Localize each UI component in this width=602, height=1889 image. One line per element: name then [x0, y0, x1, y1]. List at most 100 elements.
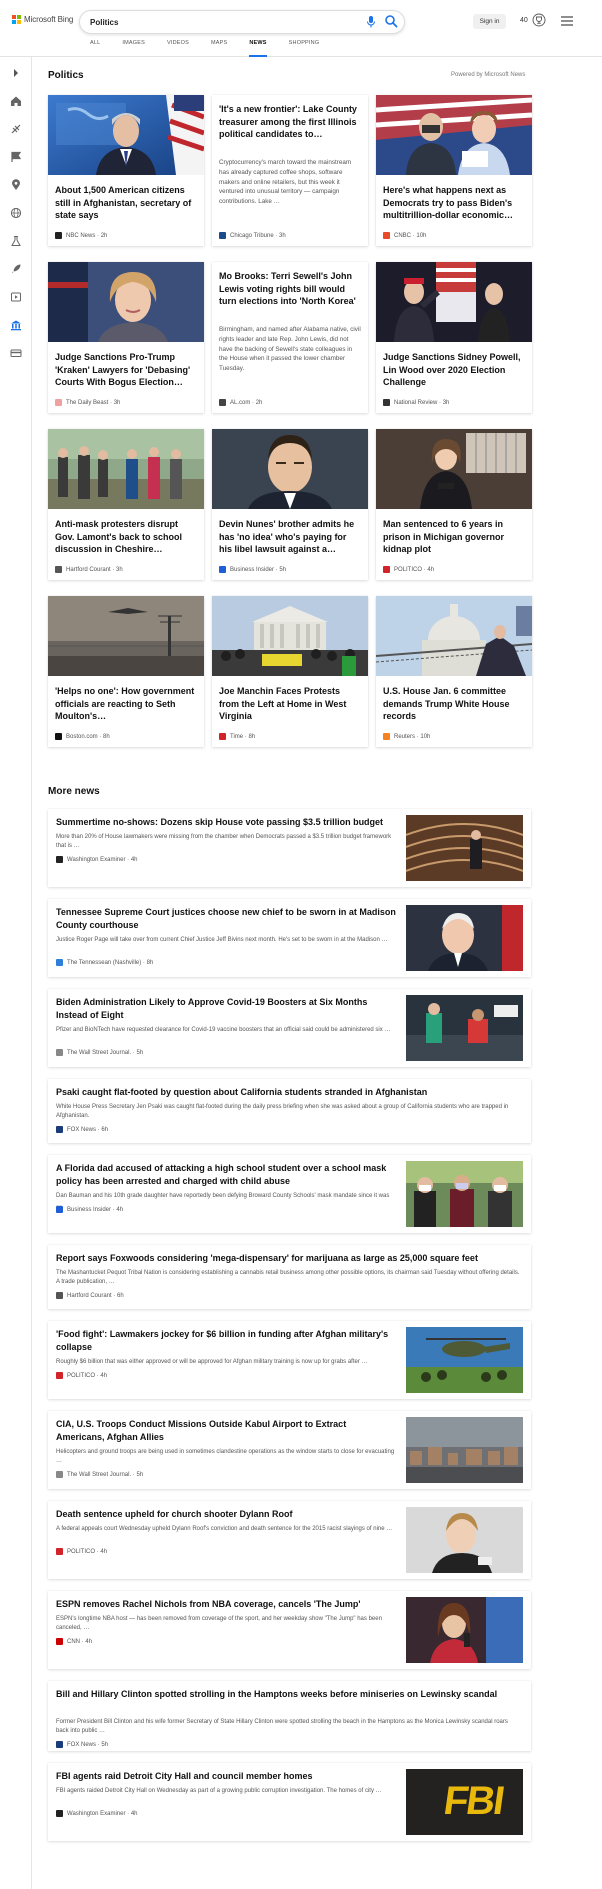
news-source[interactable]: The Wall Street Journal. · 5h [56, 1471, 143, 1478]
news-thumbnail[interactable] [406, 1417, 523, 1483]
politics-card[interactable]: 'It's a new frontier': Lake County treas… [212, 95, 368, 246]
politics-card[interactable]: U.S. House Jan. 6 committee demands Trum… [376, 596, 532, 747]
card-source[interactable]: Time · 8h [219, 733, 255, 740]
news-thumbnail[interactable] [406, 905, 523, 971]
news-headline[interactable]: Summertime no-shows: Dozens skip House v… [56, 816, 396, 829]
news-source[interactable]: POLITICO · 4h [56, 1372, 107, 1379]
card-source[interactable]: CNBC · 10h [383, 232, 426, 239]
more-news-item[interactable]: Bill and Hillary Clinton spotted strolli… [48, 1681, 531, 1751]
news-source[interactable]: Business Insider · 4h [56, 1206, 123, 1213]
rewards-trophy-icon[interactable] [532, 13, 546, 27]
more-news-item[interactable]: ESPN removes Rachel Nichols from NBA cov… [48, 1591, 531, 1669]
more-news-item[interactable]: Psaki caught flat-footed by question abo… [48, 1079, 531, 1143]
card-image[interactable] [376, 95, 532, 175]
card-headline[interactable]: 'Helps no one': How government officials… [55, 685, 197, 723]
news-headline[interactable]: Biden Administration Likely to Approve C… [56, 996, 396, 1022]
card-image[interactable] [48, 95, 204, 175]
card-image[interactable] [376, 429, 532, 509]
politics-card[interactable]: 'Helps no one': How government officials… [48, 596, 204, 747]
news-thumbnail[interactable] [406, 1161, 523, 1227]
news-thumbnail[interactable] [406, 1327, 523, 1393]
politics-icon[interactable] [10, 319, 22, 331]
search-icon[interactable] [384, 14, 398, 28]
news-thumbnail[interactable] [406, 1597, 523, 1663]
tab-news[interactable]: NEWS [249, 38, 267, 57]
news-source[interactable]: The Tennessean (Nashville) · 8h [56, 959, 153, 966]
politics-card[interactable]: Mo Brooks: Terri Sewell's John Lewis vot… [212, 262, 368, 413]
news-source[interactable]: POLITICO · 4h [56, 1548, 107, 1555]
more-news-item[interactable]: Tennessee Supreme Court justices choose … [48, 899, 531, 977]
news-source[interactable]: Washington Examiner · 4h [56, 856, 138, 863]
card-image[interactable] [48, 262, 204, 342]
more-news-item[interactable]: CIA, U.S. Troops Conduct Missions Outsid… [48, 1411, 531, 1489]
search-input[interactable] [90, 16, 340, 29]
news-source[interactable]: CNN · 4h [56, 1638, 92, 1645]
tab-shopping[interactable]: SHOPPING [289, 38, 320, 57]
more-news-item[interactable]: Report says Foxwoods considering 'mega-d… [48, 1245, 531, 1309]
card-source[interactable]: Boston.com · 8h [55, 733, 110, 740]
globe-icon[interactable] [10, 207, 22, 219]
more-news-item[interactable]: A Florida dad accused of attacking a hig… [48, 1155, 531, 1233]
politics-card[interactable]: Devin Nunes' brother admits he has 'no i… [212, 429, 368, 580]
news-thumbnail[interactable]: FBI [406, 1769, 523, 1835]
news-headline[interactable]: 'Food fight': Lawmakers jockey for $6 bi… [56, 1328, 396, 1354]
news-thumbnail[interactable] [406, 995, 523, 1061]
politics-card[interactable]: Anti-mask protesters disrupt Gov. Lamont… [48, 429, 204, 580]
card-source[interactable]: Hartford Courant · 3h [55, 566, 123, 573]
politics-card[interactable]: Judge Sanctions Pro-Trump 'Kraken' Lawye… [48, 262, 204, 413]
rocket-icon[interactable] [10, 263, 22, 275]
news-headline[interactable]: CIA, U.S. Troops Conduct Missions Outsid… [56, 1418, 396, 1444]
news-headline[interactable]: ESPN removes Rachel Nichols from NBA cov… [56, 1598, 396, 1611]
sign-in-button[interactable]: Sign in [473, 14, 506, 29]
card-image[interactable] [48, 429, 204, 509]
card-source[interactable]: National Review · 3h [383, 399, 449, 406]
news-headline[interactable]: A Florida dad accused of attacking a hig… [56, 1162, 396, 1188]
card-image[interactable] [48, 596, 204, 676]
politics-card[interactable]: Here's what happens next as Democrats tr… [376, 95, 532, 246]
card-source[interactable]: AL.com · 2h [219, 399, 262, 406]
money-icon[interactable] [10, 347, 22, 359]
entertainment-icon[interactable] [10, 291, 22, 303]
card-headline[interactable]: Anti-mask protesters disrupt Gov. Lamont… [55, 518, 197, 556]
rewards-count[interactable]: 40 [520, 17, 528, 24]
card-headline[interactable]: Judge Sanctions Pro-Trump 'Kraken' Lawye… [55, 351, 197, 389]
search-box[interactable] [79, 10, 405, 34]
tab-maps[interactable]: MAPS [211, 38, 227, 57]
card-headline[interactable]: Judge Sanctions Sidney Powell, Lin Wood … [383, 351, 525, 389]
news-source[interactable]: FOX News · 6h [56, 1126, 108, 1133]
sports-icon[interactable] [10, 123, 22, 135]
card-image[interactable] [212, 429, 368, 509]
card-headline[interactable]: Joe Manchin Faces Protests from the Left… [219, 685, 361, 723]
hamburger-menu-icon[interactable] [561, 16, 573, 26]
card-source[interactable]: Chicago Tribune · 3h [219, 232, 286, 239]
news-source[interactable]: The Wall Street Journal. · 5h [56, 1049, 143, 1056]
card-source[interactable]: Reuters · 10h [383, 733, 430, 740]
news-headline[interactable]: Psaki caught flat-footed by question abo… [56, 1086, 522, 1099]
news-headline[interactable]: Death sentence upheld for church shooter… [56, 1508, 396, 1521]
microphone-icon[interactable] [365, 15, 377, 29]
news-headline[interactable]: Bill and Hillary Clinton spotted strolli… [56, 1688, 522, 1701]
science-icon[interactable] [10, 235, 22, 247]
tab-images[interactable]: IMAGES [122, 38, 145, 57]
card-headline[interactable]: Devin Nunes' brother admits he has 'no i… [219, 518, 361, 556]
flag-icon[interactable] [10, 151, 22, 163]
news-source[interactable]: Hartford Courant · 6h [56, 1292, 124, 1299]
card-source[interactable]: Business Insider · 5h [219, 566, 286, 573]
bing-logo[interactable]: Microsoft Bing [12, 15, 73, 24]
card-headline[interactable]: Mo Brooks: Terri Sewell's John Lewis vot… [219, 270, 361, 308]
politics-card[interactable]: Joe Manchin Faces Protests from the Left… [212, 596, 368, 747]
news-headline[interactable]: FBI agents raid Detroit City Hall and co… [56, 1770, 396, 1783]
card-headline[interactable]: About 1,500 American citizens still in A… [55, 184, 197, 222]
more-news-item[interactable]: Biden Administration Likely to Approve C… [48, 989, 531, 1067]
card-source[interactable]: NBC News · 2h [55, 232, 107, 239]
more-news-item[interactable]: Summertime no-shows: Dozens skip House v… [48, 809, 531, 887]
card-headline[interactable]: 'It's a new frontier': Lake County treas… [219, 103, 361, 141]
card-headline[interactable]: Man sentenced to 6 years in prison in Mi… [383, 518, 525, 556]
tab-videos[interactable]: VIDEOS [167, 38, 189, 57]
card-source[interactable]: The Daily Beast · 3h [55, 399, 120, 406]
politics-card[interactable]: Judge Sanctions Sidney Powell, Lin Wood … [376, 262, 532, 413]
card-headline[interactable]: Here's what happens next as Democrats tr… [383, 184, 525, 222]
more-news-item[interactable]: 'Food fight': Lawmakers jockey for $6 bi… [48, 1321, 531, 1399]
news-source[interactable]: Washington Examiner · 4h [56, 1810, 138, 1817]
location-pin-icon[interactable] [10, 179, 22, 191]
